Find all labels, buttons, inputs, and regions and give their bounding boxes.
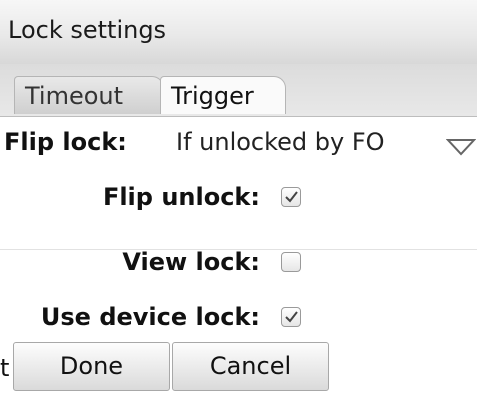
flip-unlock-checkbox[interactable] [281, 187, 301, 207]
tab-timeout[interactable]: Timeout [14, 76, 164, 114]
tab-trigger[interactable]: Trigger [160, 76, 286, 114]
flip-lock-label: Flip lock: [4, 128, 127, 156]
window-title: Lock settings [8, 16, 167, 44]
view-lock-label: View lock: [122, 248, 260, 276]
checkmark-icon [285, 191, 298, 203]
use-device-lock-row[interactable]: Use device lock: [0, 289, 477, 345]
edge-text-fragment: t [0, 354, 10, 382]
dropdown-triangle-icon[interactable] [446, 137, 476, 157]
title-bar: Lock settings [0, 0, 477, 65]
tab-strip: Timeout Trigger [0, 64, 477, 116]
flip-unlock-row[interactable]: Flip unlock: [0, 169, 477, 225]
flip-lock-value[interactable]: If unlocked by FO [176, 128, 385, 156]
use-device-lock-label: Use device lock: [40, 303, 260, 331]
view-lock-row[interactable]: View lock: [0, 234, 477, 290]
flip-unlock-label: Flip unlock: [102, 183, 260, 211]
use-device-lock-checkbox[interactable] [281, 307, 301, 327]
done-button[interactable]: Done [13, 342, 170, 391]
flip-lock-row[interactable]: Flip lock: If unlocked by FO [0, 116, 477, 170]
cancel-button[interactable]: Cancel [172, 342, 329, 391]
checkmark-icon [285, 311, 298, 323]
view-lock-checkbox[interactable] [281, 252, 301, 272]
